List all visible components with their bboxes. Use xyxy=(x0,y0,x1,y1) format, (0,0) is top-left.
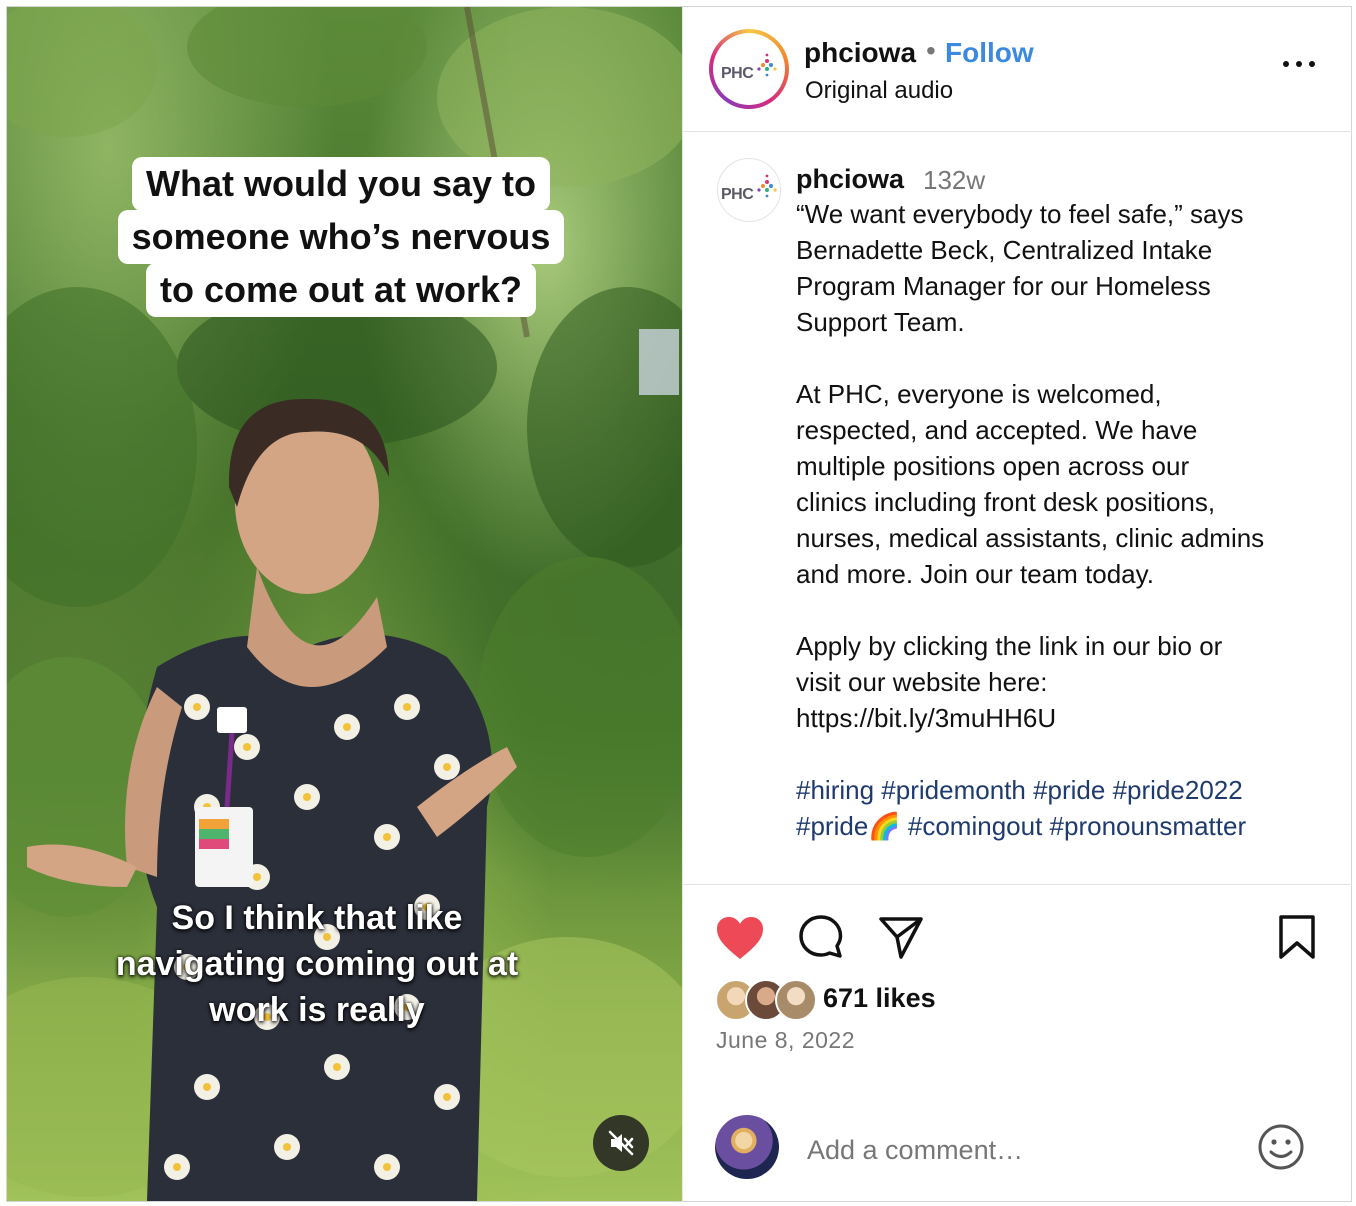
question-line: someone who’s nervous xyxy=(117,210,565,264)
hashtag-link[interactable]: #comingout xyxy=(908,811,1042,841)
comment-input[interactable] xyxy=(805,1129,1229,1171)
hashtag-link[interactable]: #pride🌈 xyxy=(796,811,901,841)
mute-toggle-button[interactable] xyxy=(593,1115,649,1171)
caption-paragraph: At PHC, everyone is welcomed, respected,… xyxy=(796,379,1265,589)
hashtag-link[interactable]: #pride xyxy=(1033,775,1105,805)
post-caption: PHC phciowa 132w “We want everybody to f… xyxy=(683,132,1352,885)
hashtag-link[interactable]: #pronounsmatter xyxy=(1050,811,1247,841)
profile-avatar[interactable]: PHC xyxy=(709,29,789,109)
comment-button[interactable] xyxy=(797,913,845,966)
post-date: June 8, 2022 xyxy=(716,1027,856,1053)
post-age[interactable]: 132w xyxy=(923,165,985,196)
caption-paragraph: “We want everybody to feel safe,” says B… xyxy=(796,199,1244,337)
caption-paragraph: Apply by clicking the link in our bio or… xyxy=(796,631,1223,733)
hashtag-link[interactable]: #pridemonth xyxy=(881,775,1026,805)
subtitle-line: So I think that like xyxy=(171,899,463,937)
post-sidebar: PHC phciowa • Follow Original audio PHC … xyxy=(682,7,1352,1201)
follow-button[interactable]: Follow xyxy=(945,37,1034,69)
hashtag-link[interactable]: #pride2022 xyxy=(1113,775,1243,805)
post-dialog: What would you say to someone who’s nerv… xyxy=(6,6,1352,1202)
likes-count[interactable]: 671 likes xyxy=(823,983,936,1014)
save-button[interactable] xyxy=(1277,913,1317,966)
more-options-icon[interactable] xyxy=(1279,49,1319,79)
caption-avatar[interactable]: PHC xyxy=(717,158,781,222)
comment-bubble-icon xyxy=(799,915,843,958)
bookmark-icon xyxy=(1279,915,1315,959)
current-user-avatar xyxy=(715,1115,779,1179)
emoji-button[interactable] xyxy=(1257,1123,1305,1171)
question-line: to come out at work? xyxy=(145,263,537,317)
hashtags: #hiring #pridemonth #pride #pride2022 #p… xyxy=(796,772,1336,844)
caption-text: “We want everybody to feel safe,” says B… xyxy=(796,196,1336,844)
post-header: PHC phciowa • Follow Original audio xyxy=(683,7,1352,132)
website-link: https://bit.ly/3muHH6U xyxy=(796,703,1057,733)
phc-logo: PHC xyxy=(719,49,779,89)
hashtag-link[interactable]: #hiring xyxy=(796,775,874,805)
speaker-muted-icon xyxy=(608,1130,634,1156)
paper-plane-icon xyxy=(879,917,923,959)
separator-dot: • xyxy=(926,35,936,66)
reel-video[interactable]: What would you say to someone who’s nerv… xyxy=(7,7,682,1201)
subtitle-line: navigating coming out at xyxy=(115,945,519,983)
liker-avatar xyxy=(775,979,817,1021)
heart-filled-icon xyxy=(717,917,763,959)
subtitle-line: work is really xyxy=(209,991,425,1029)
question-line: What would you say to xyxy=(131,157,550,211)
share-button[interactable] xyxy=(877,913,925,966)
like-button[interactable] xyxy=(715,915,765,966)
question-overlay: What would you say to someone who’s nerv… xyxy=(91,157,591,332)
speech-subtitle: So I think that like navigating coming o… xyxy=(47,895,587,1033)
smiley-icon xyxy=(1258,1124,1304,1170)
header-username[interactable]: phciowa xyxy=(804,37,916,69)
caption-username[interactable]: phciowa xyxy=(796,164,904,195)
phc-logo: PHC xyxy=(719,170,779,210)
comment-composer xyxy=(683,1093,1352,1201)
audio-link[interactable]: Original audio xyxy=(805,77,953,105)
